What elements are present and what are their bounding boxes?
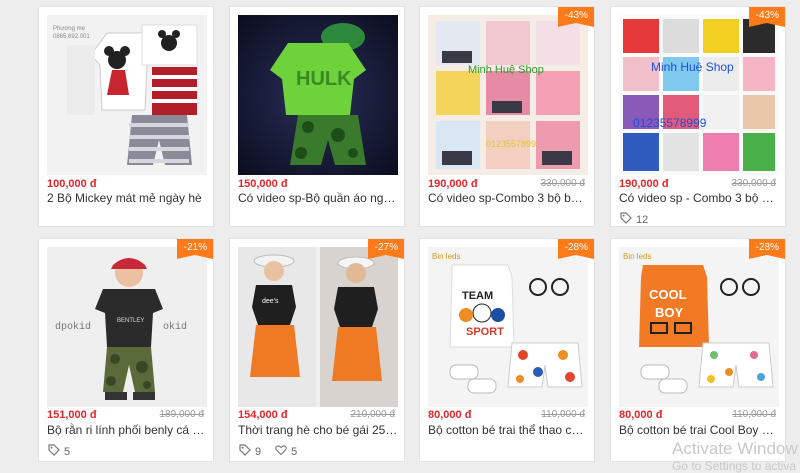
product-price: 154,000 đ — [238, 409, 288, 421]
product-image[interactable]: BENTLEY dpokid okid — [47, 247, 207, 407]
product-card[interactable]: Bin leds COOL BOY -28% 80,000 đ 110,000 … — [610, 238, 786, 462]
svg-text:okid: okid — [163, 321, 187, 333]
svg-text:COOL: COOL — [649, 287, 687, 302]
product-name[interactable]: Có video sp-Bộ quần áo người... — [238, 191, 398, 205]
svg-text:HULK: HULK — [296, 68, 352, 90]
product-image[interactable]: Minh Huệ Shop 01235578999 — [619, 15, 779, 175]
product-name[interactable]: 2 Bộ Mickey mát mẻ ngày hè — [47, 191, 207, 205]
original-price: 110,000 đ — [732, 409, 776, 420]
original-price: 110,000 đ — [541, 409, 585, 420]
svg-text:SPORT: SPORT — [466, 326, 504, 338]
thumb-watermark: Phương mẹ — [53, 26, 86, 32]
product-price: 80,000 đ — [619, 409, 663, 421]
svg-text:BENTLEY: BENTLEY — [117, 318, 144, 324]
tag-icon — [48, 444, 60, 459]
original-price: 330,000 đ — [731, 178, 777, 189]
product-meta: 9 5 — [239, 444, 297, 459]
product-image[interactable]: Bin leds COOL BOY — [619, 247, 779, 407]
tag-icon — [620, 212, 632, 227]
svg-text:dee's: dee's — [262, 298, 279, 305]
tag-count: 9 — [255, 445, 262, 458]
product-name[interactable]: Có video sp-Combo 3 bộ bé g... — [428, 191, 588, 205]
product-meta: 12 — [620, 212, 648, 227]
svg-text:Bin leds: Bin leds — [623, 252, 651, 261]
product-card[interactable]: Bin leds TEAM SPORT -28% 80,000 đ 110,00… — [419, 238, 595, 462]
product-name[interactable]: Bộ cotton bé trai thể thao cực ... — [428, 423, 588, 437]
product-card[interactable]: HULK 150,000 đ Có video sp-Bộ quần áo ng… — [229, 6, 405, 227]
product-card[interactable]: Phương mẹ 0865.692.001 100,000 đ 2 Bộ Mi… — [38, 6, 214, 227]
product-name[interactable]: Bộ cotton bé trai Cool Boy cực... — [619, 423, 779, 437]
product-name[interactable]: Thời trang hè cho bé gái 25kg ... — [238, 423, 398, 437]
svg-text:0123557899: 0123557899 — [486, 139, 536, 149]
svg-text:BOY: BOY — [655, 305, 684, 320]
activation-watermark-sub: Go to Settings to activa — [672, 459, 797, 473]
product-card[interactable]: Minh Huệ Shop 01235578999 -43% 190,000 đ… — [610, 6, 786, 227]
svg-text:Minh Huệ Shop: Minh Huệ Shop — [468, 64, 544, 76]
product-image[interactable]: HULK — [238, 15, 398, 175]
product-price: 190,000 đ — [428, 178, 478, 190]
svg-text:Bin leds: Bin leds — [432, 252, 460, 261]
tag-count: 5 — [64, 445, 71, 458]
product-price: 80,000 đ — [428, 409, 472, 421]
tag-count: 12 — [636, 213, 649, 226]
product-image[interactable]: Phương mẹ 0865.692.001 — [47, 15, 207, 175]
product-meta: 5 — [48, 444, 70, 459]
tag-icon — [239, 444, 251, 459]
product-name[interactable]: Có video sp - Combo 3 bộ bé t... — [619, 191, 779, 205]
product-card[interactable]: BENTLEY dpokid okid -21% 151,000 đ 189,0… — [38, 238, 214, 462]
svg-text:TEAM: TEAM — [462, 290, 493, 302]
original-price: 210,000 đ — [350, 409, 396, 420]
product-image[interactable]: Bin leds TEAM SPORT — [428, 247, 588, 407]
product-image[interactable]: dee's — [238, 247, 398, 407]
product-price: 190,000 đ — [619, 178, 669, 190]
original-price: 189,000 đ — [159, 409, 205, 420]
heart-icon — [275, 444, 287, 459]
product-price: 150,000 đ — [238, 178, 288, 190]
product-name[interactable]: Bộ rằn ri lính phối benly cá tín... — [47, 423, 207, 437]
svg-text:dpokid: dpokid — [55, 321, 91, 333]
svg-text:0865.692.001: 0865.692.001 — [53, 34, 90, 40]
product-price: 100,000 đ — [47, 178, 97, 190]
activation-watermark: Activate Window — [672, 439, 798, 458]
product-price: 151,000 đ — [47, 409, 97, 421]
original-price: 330,000 đ — [540, 178, 586, 189]
product-card[interactable]: dee's -27% 154,000 đ 210,000 đ Thời tran… — [229, 238, 405, 462]
product-card[interactable]: Minh Huệ Shop 0123557899 -43% 190,000 đ … — [419, 6, 595, 227]
like-count: 5 — [291, 445, 298, 458]
product-image[interactable]: Minh Huệ Shop 0123557899 — [428, 15, 588, 175]
svg-text:Minh Huệ Shop: Minh Huệ Shop — [651, 60, 734, 74]
svg-text:01235578999: 01235578999 — [633, 116, 707, 130]
